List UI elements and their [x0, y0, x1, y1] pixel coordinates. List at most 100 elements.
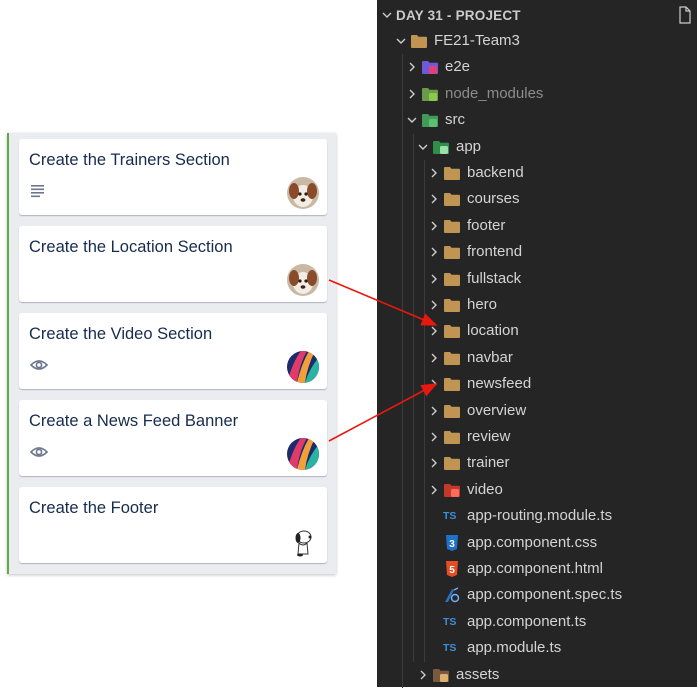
tree-item-label: backend — [467, 164, 524, 181]
video-folder-icon — [444, 483, 460, 497]
chevron-right-icon — [409, 62, 415, 72]
indent-guide — [402, 54, 403, 688]
tree-folder-hero[interactable]: hero — [377, 292, 697, 318]
dog-avatar-image — [287, 264, 319, 296]
card-title: Create the Trainers Section — [29, 151, 230, 169]
tree-item-label: video — [467, 480, 503, 498]
chevron-right-icon — [420, 670, 426, 680]
tree-folder-app[interactable]: app — [377, 134, 697, 160]
test-spec-icon — [445, 587, 460, 603]
chevron-right-icon — [431, 379, 437, 389]
tree-folder-review[interactable]: review — [377, 424, 697, 450]
tree-item-label: app.component.css — [467, 533, 598, 551]
tree-folder-navbar[interactable]: navbar — [377, 345, 697, 371]
dog-avatar-image — [287, 177, 319, 209]
folder-icon — [444, 351, 460, 365]
tree-folder-video[interactable]: video — [377, 477, 697, 503]
folder-icon — [444, 457, 460, 471]
node-folder-icon — [422, 87, 438, 101]
tree-item-label: footer — [467, 216, 506, 234]
tree-file[interactable]: TS app-routing.module.ts — [377, 503, 697, 529]
folder-icon — [444, 378, 460, 392]
tree-folder-backend[interactable]: backend — [377, 160, 697, 186]
tree-item-label: fullstack — [467, 269, 522, 287]
tree-item-label: e2e — [445, 58, 471, 76]
tree-folder-overview[interactable]: overview — [377, 398, 697, 424]
watch-eye-icon — [30, 447, 48, 457]
explorer-title: DAY 31 - PROJECT — [396, 8, 521, 23]
snoopy-avatar[interactable] — [287, 525, 319, 557]
tree-folder-footer[interactable]: footer — [377, 213, 697, 239]
tree-item-label: assets — [456, 665, 500, 683]
tree-item-label: review — [467, 428, 511, 445]
tree-item-label: location — [467, 322, 519, 340]
folder-icon — [411, 35, 427, 48]
folder-icon — [444, 219, 460, 233]
typescript-icon: TS — [443, 615, 457, 628]
folder-icon — [444, 299, 460, 312]
new-file-icon[interactable] — [677, 6, 693, 24]
dog-avatar[interactable] — [287, 177, 319, 209]
tree-item-label: trainer — [467, 454, 510, 472]
chevron-down-icon — [407, 117, 417, 124]
tree-folder-trainer[interactable]: trainer — [377, 450, 697, 476]
colorful-avatar-image — [287, 438, 319, 470]
tree-file[interactable]: TS app.module.ts — [377, 635, 697, 661]
folder-icon — [444, 167, 460, 180]
file-explorer: DAY 31 - PROJECT FE21-Team3 e2e node_modul… — [377, 0, 697, 688]
tree-file[interactable]: 5 app.component.html — [377, 556, 697, 582]
assets-folder-icon — [433, 668, 449, 682]
chevron-right-icon — [431, 485, 437, 495]
chevron-right-icon — [431, 194, 437, 204]
tree-file[interactable]: app.component.spec.ts — [377, 582, 697, 608]
typescript-icon: TS — [443, 642, 457, 655]
explorer-header[interactable]: DAY 31 - PROJECT — [377, 0, 697, 30]
chevron-right-icon — [431, 406, 437, 416]
tree-folder-courses[interactable]: courses — [377, 186, 697, 212]
tree-folder-frontend[interactable]: frontend — [377, 239, 697, 265]
chevron-right-icon — [431, 353, 437, 363]
tree-folder-fullstack[interactable]: fullstack — [377, 266, 697, 292]
tree-item-label: navbar — [467, 348, 513, 366]
trello-card[interactable]: Create the Footer — [19, 487, 327, 563]
chevron-right-icon — [431, 168, 437, 178]
svg-text:3: 3 — [449, 539, 455, 550]
tree-item-label: app.component.ts — [467, 612, 587, 630]
tree-folder-node_modules[interactable]: node_modules — [377, 81, 697, 107]
tree-item-label: src — [445, 111, 465, 129]
trello-list: Create the Trainers Section Create the Lo… — [7, 133, 336, 574]
folder-icon — [444, 193, 460, 207]
tree-item-label: newsfeed — [467, 375, 532, 393]
indent-guide — [413, 133, 414, 662]
trello-card[interactable]: Create the Video Section — [19, 313, 327, 389]
trello-card[interactable]: Create the Location Section — [19, 226, 327, 302]
trello-card[interactable]: Create a News Feed Banner — [19, 400, 327, 476]
tree-item-label: app.component.html — [467, 560, 603, 577]
tree-item-label: app.component.spec.ts — [467, 586, 623, 604]
tree-file[interactable]: 3 app.component.css — [377, 530, 697, 556]
indent-guide — [424, 160, 425, 662]
tree-item-label: frontend — [467, 243, 523, 261]
card-title: Create the Video Section — [29, 325, 213, 343]
chevron-right-icon — [431, 221, 437, 231]
colorful-avatar[interactable] — [287, 351, 319, 383]
tree-folder-src[interactable]: src — [377, 107, 697, 133]
card-title: Create the Location Section — [29, 238, 233, 256]
dog-avatar[interactable] — [287, 264, 319, 296]
chevron-down-icon — [396, 38, 406, 44]
tree-folder-e2e[interactable]: e2e — [377, 54, 697, 80]
tree-item-label: courses — [467, 190, 520, 208]
tree-file[interactable]: TS app.component.ts — [377, 609, 697, 635]
tree-folder-newsfeed[interactable]: newsfeed — [377, 371, 697, 397]
chevron-right-icon — [431, 432, 437, 442]
tree-item-label: overview — [467, 401, 527, 419]
tree-folder-assets[interactable]: assets — [377, 662, 697, 688]
trello-card[interactable]: Create the Trainers Section — [19, 139, 327, 215]
tree-folder-location[interactable]: location — [377, 318, 697, 344]
colorful-avatar[interactable] — [287, 438, 319, 470]
card-title: Create a News Feed Banner — [29, 412, 239, 430]
tree-item-label: app.module.ts — [467, 639, 562, 657]
src-folder-icon — [422, 114, 438, 128]
tree-folder-fe21-team3[interactable]: FE21-Team3 — [377, 28, 697, 54]
folder-icon — [444, 246, 460, 260]
